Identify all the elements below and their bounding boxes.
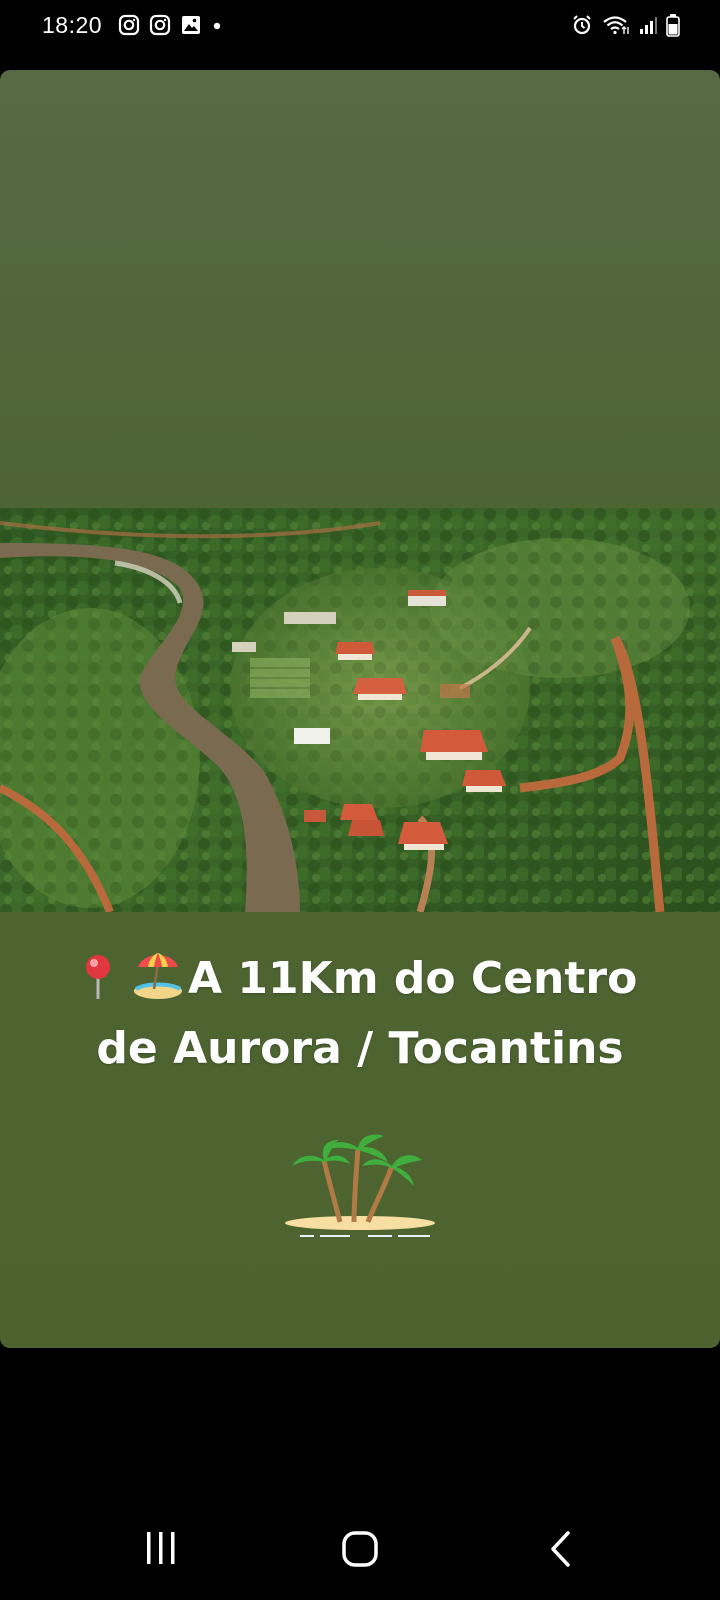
battery-icon [666,14,680,37]
signal-icon [640,17,657,34]
recent-apps-button[interactable] [144,1530,178,1566]
alarm-icon [573,15,591,35]
instagram-icon [118,14,140,36]
round-pushpin-icon [85,955,110,999]
status-notification-icons [118,14,223,36]
caption-text-line-2: de Aurora / Tocantins [96,1023,624,1074]
caption-line-1: A 11Km do Centro [0,944,720,1014]
navigation-bar [0,1500,720,1600]
beach-umbrella-icon [134,953,182,999]
aerial-photo [0,508,720,912]
back-button[interactable] [548,1530,574,1568]
caption-text-line-1: A 11Km do Centro [188,953,638,1004]
story-card[interactable]: A 11Km do Centro de Aurora / Tocantins [0,70,720,1348]
instagram-icon [149,14,171,36]
home-button[interactable] [341,1530,379,1568]
status-time: 18:20 [42,12,103,38]
story-caption: A 11Km do Centro de Aurora / Tocantins [0,944,720,1084]
status-system-icons [571,13,680,37]
palm-island-icon [285,1134,435,1237]
notification-dot-icon [213,22,221,30]
status-bar: 18:20 [0,0,720,60]
caption-line-2: de Aurora / Tocantins [0,1014,720,1084]
wifi-icon [603,16,629,35]
gallery-icon [182,16,200,34]
